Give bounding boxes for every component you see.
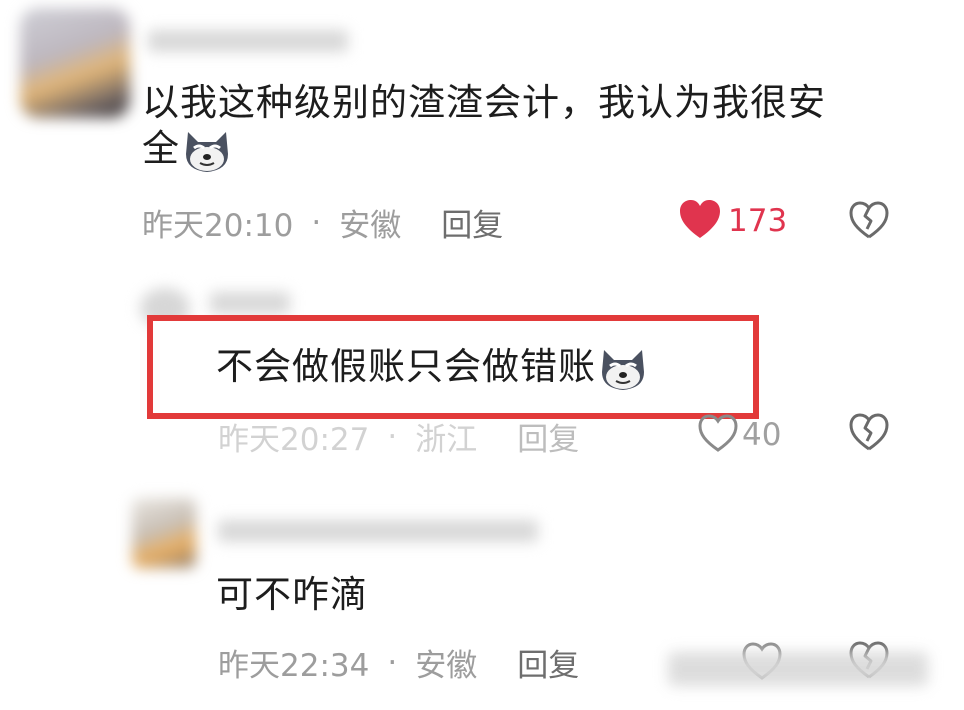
comment-text: 不会做假账只会做错账 — [216, 344, 648, 392]
comment-meta: 昨天20:10 · 安徽 回复 — [142, 200, 503, 245]
reply-button[interactable]: 回复 — [441, 200, 503, 245]
husky-dog-emoji — [182, 128, 232, 174]
like-button[interactable]: 40 — [696, 412, 781, 458]
dislike-button[interactable] — [848, 200, 890, 244]
heart-outline-icon — [696, 412, 740, 458]
watermark-blurred — [668, 652, 928, 686]
comment-location: 浙江 — [415, 422, 478, 458]
comment-time: 昨天20:10 — [142, 208, 294, 244]
separator: · — [311, 204, 322, 241]
username-blurred[interactable] — [218, 520, 538, 542]
comment-meta: 昨天20:27 · 浙江 回复 — [218, 414, 579, 459]
separator: · — [387, 644, 398, 681]
comment-time: 昨天22:34 — [218, 648, 370, 684]
avatar[interactable] — [132, 498, 196, 568]
broken-heart-icon — [848, 201, 890, 244]
reply-button[interactable]: 回复 — [517, 640, 579, 685]
comment-text: 可不咋滴 — [216, 572, 368, 618]
like-count: 40 — [742, 417, 782, 453]
comment-location: 安徽 — [415, 648, 478, 684]
comment-text-line1: 以我这种级别的渣渣会计，我认为我很安 — [142, 81, 826, 124]
username-blurred[interactable] — [148, 30, 348, 52]
like-button[interactable]: 173 — [678, 198, 787, 244]
husky-dog-emoji — [598, 346, 648, 392]
avatar[interactable] — [20, 8, 130, 118]
separator: · — [387, 418, 398, 455]
reply-button[interactable]: 回复 — [517, 414, 579, 459]
broken-heart-icon — [848, 413, 890, 456]
comment-text-body: 可不咋滴 — [216, 573, 368, 616]
comment-meta: 昨天22:34 · 安徽 回复 — [218, 640, 579, 685]
comment-time: 昨天20:27 — [218, 422, 370, 458]
like-count: 173 — [728, 203, 788, 239]
dislike-button[interactable] — [848, 412, 890, 456]
heart-filled-icon — [678, 198, 722, 244]
comment-text-line2: 全 — [142, 127, 180, 170]
comment-location: 安徽 — [339, 208, 402, 244]
username-blurred[interactable] — [210, 292, 290, 314]
comment-text-body: 不会做假账只会做错账 — [216, 345, 596, 388]
comment-text: 以我这种级别的渣渣会计，我认为我很安 全 — [142, 80, 902, 174]
